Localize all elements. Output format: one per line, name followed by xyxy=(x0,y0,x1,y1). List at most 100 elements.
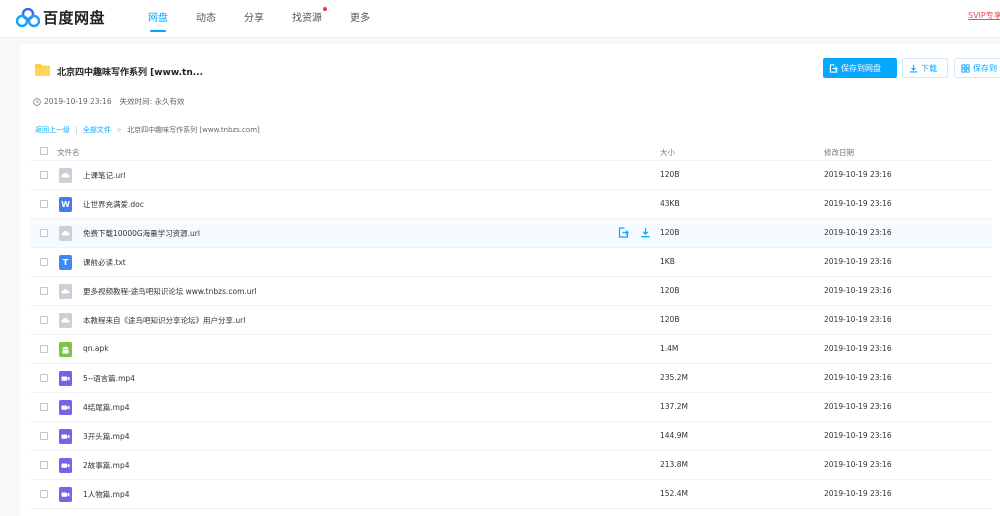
nav-item-label: 网盘 xyxy=(148,13,168,24)
file-size: 213.8M xyxy=(660,460,688,469)
file-modified-date: 2019-10-19 23:16 xyxy=(824,257,892,266)
file-name[interactable]: 本教程来自《途鸟吧知识分享论坛》用户分享.url xyxy=(83,315,245,326)
row-checkbox[interactable] xyxy=(40,287,48,295)
file-name[interactable]: 让世界充满爱.doc xyxy=(83,199,144,210)
column-header-date[interactable]: 修改日期 xyxy=(824,147,854,158)
file-row[interactable]: 2故事篇.mp4 213.8M 2019-10-19 23:16 xyxy=(30,451,992,480)
video-file-icon xyxy=(59,400,72,415)
file-row[interactable]: 本教程来自《途鸟吧知识分享论坛》用户分享.url 120B 2019-10-19 2… xyxy=(30,306,992,335)
file-row[interactable]: 免费下载10000G海量学习资源.url 120B 2019-10-19 23:16 xyxy=(30,219,992,248)
file-name[interactable]: 更多视频教程-途鸟吧知识论坛 www.tnbzs.com.url xyxy=(83,286,257,297)
main-nav: 网盘 动态 分享 找资源 更多 xyxy=(148,0,398,38)
file-modified-date: 2019-10-19 23:16 xyxy=(824,489,892,498)
cloud-file-icon xyxy=(59,313,72,328)
baidu-netdisk-logo-icon xyxy=(16,7,40,27)
row-checkbox[interactable] xyxy=(40,345,48,353)
text-file-icon: T xyxy=(59,255,72,270)
row-checkbox[interactable] xyxy=(40,316,48,324)
android-file-icon xyxy=(59,342,72,357)
share-created-time: 2019-10-19 23:16 xyxy=(44,97,112,106)
file-modified-date: 2019-10-19 23:16 xyxy=(824,199,892,208)
file-modified-date: 2019-10-19 23:16 xyxy=(824,402,892,411)
row-checkbox[interactable] xyxy=(40,374,48,382)
share-title: 北京四中趣味写作系列 [www.tn... xyxy=(57,68,204,78)
breadcrumb-back-link[interactable]: 返回上一级 xyxy=(35,126,70,134)
file-row[interactable]: 3开头篇.mp4 144.9M 2019-10-19 23:16 xyxy=(30,422,992,451)
file-row[interactable]: 更多视频教程-途鸟吧知识论坛 www.tnbzs.com.url 120B 2019… xyxy=(30,277,992,306)
nav-item-share[interactable]: 分享 xyxy=(244,0,264,38)
nav-item-more[interactable]: 更多 xyxy=(350,0,370,38)
breadcrumb-all-files-link[interactable]: 全部文件 xyxy=(83,126,111,134)
row-download-icon[interactable] xyxy=(640,227,652,239)
video-file-icon xyxy=(59,371,72,386)
nav-item-find-resources[interactable]: 找资源 xyxy=(292,0,327,38)
download-button[interactable]: 下载 xyxy=(902,58,948,78)
file-name[interactable]: 4结尾篇.mp4 xyxy=(83,402,130,413)
file-modified-date: 2019-10-19 23:16 xyxy=(824,344,892,353)
nav-item-label: 更多 xyxy=(350,13,370,24)
nav-item-label: 动态 xyxy=(196,13,216,24)
file-size: 1.4M xyxy=(660,344,679,353)
column-header-name[interactable]: 文件名 xyxy=(57,147,80,158)
file-size: 43KB xyxy=(660,199,680,208)
file-name[interactable]: 上课笔记.url xyxy=(83,170,125,181)
video-file-icon xyxy=(59,429,72,444)
select-all-checkbox[interactable] xyxy=(40,146,48,155)
save-to-netdisk-button[interactable]: 保存到网盘 xyxy=(823,58,897,78)
svip-link[interactable]: SVIP专享 xyxy=(968,10,1000,21)
column-header-size[interactable]: 大小 xyxy=(660,147,675,158)
video-file-icon xyxy=(59,458,72,473)
row-checkbox[interactable] xyxy=(40,461,48,469)
file-row[interactable]: 上课笔记.url 120B 2019-10-19 23:16 xyxy=(30,161,992,190)
file-row[interactable]: 4结尾篇.mp4 137.2M 2019-10-19 23:16 xyxy=(30,393,992,422)
file-name[interactable]: qn.apk xyxy=(83,344,109,353)
file-modified-date: 2019-10-19 23:16 xyxy=(824,170,892,179)
save-to-button[interactable]: 保存到 xyxy=(954,58,1000,78)
file-size: 137.2M xyxy=(660,402,688,411)
nav-item-activity[interactable]: 动态 xyxy=(196,0,216,38)
file-row[interactable]: W 让世界充满爱.doc 43KB 2019-10-19 23:16 xyxy=(30,190,992,219)
file-size: 120B xyxy=(660,170,680,179)
file-modified-date: 2019-10-19 23:16 xyxy=(824,315,892,324)
video-file-icon xyxy=(59,487,72,502)
file-size: 144.9M xyxy=(660,431,688,440)
file-size: 120B xyxy=(660,286,680,295)
logo[interactable]: 百度网盘 xyxy=(16,7,105,28)
file-row[interactable]: T 课前必读.txt 1KB 2019-10-19 23:16 xyxy=(30,248,992,277)
file-modified-date: 2019-10-19 23:16 xyxy=(824,431,892,440)
cloud-file-icon xyxy=(59,284,72,299)
file-row[interactable]: qn.apk 1.4M 2019-10-19 23:16 xyxy=(30,335,992,364)
share-meta: 2019-10-19 23:16 失效时间: 永久有效 xyxy=(33,96,185,107)
file-size: 120B xyxy=(660,315,680,324)
file-row[interactable]: 1人物篇.mp4 152.4M 2019-10-19 23:16 xyxy=(30,480,992,509)
word-file-icon: W xyxy=(59,197,72,212)
row-save-icon[interactable] xyxy=(618,227,630,239)
row-checkbox[interactable] xyxy=(40,258,48,266)
nav-item-label: 找资源 xyxy=(292,13,322,24)
file-name[interactable]: 3开头篇.mp4 xyxy=(83,431,130,442)
row-checkbox[interactable] xyxy=(40,229,48,237)
nav-item-netdisk[interactable]: 网盘 xyxy=(148,0,168,38)
file-size: 152.4M xyxy=(660,489,688,498)
file-modified-date: 2019-10-19 23:16 xyxy=(824,286,892,295)
row-actions xyxy=(618,227,662,239)
file-name[interactable]: 免费下载10000G海量学习资源.url xyxy=(83,228,200,239)
file-name[interactable]: 1人物篇.mp4 xyxy=(83,489,130,500)
file-size: 235.2M xyxy=(660,373,688,382)
download-button-label: 下载 xyxy=(921,63,937,73)
file-row[interactable]: 5--语言篇.mp4 235.2M 2019-10-19 23:16 xyxy=(30,364,992,393)
row-checkbox[interactable] xyxy=(40,403,48,411)
cloud-file-icon xyxy=(59,226,72,241)
row-checkbox[interactable] xyxy=(40,490,48,498)
share-panel: 北京四中趣味写作系列 [www.tn... 保存到网盘 下载 保存到 2019-… xyxy=(20,44,1000,516)
grid-save-icon xyxy=(961,63,970,73)
row-checkbox[interactable] xyxy=(40,171,48,179)
cloud-file-icon xyxy=(59,168,72,183)
file-modified-date: 2019-10-19 23:16 xyxy=(824,373,892,382)
row-checkbox[interactable] xyxy=(40,432,48,440)
file-name[interactable]: 5--语言篇.mp4 xyxy=(83,373,135,384)
row-checkbox[interactable] xyxy=(40,200,48,208)
file-size: 120B xyxy=(660,228,680,237)
file-name[interactable]: 2故事篇.mp4 xyxy=(83,460,130,471)
file-name[interactable]: 课前必读.txt xyxy=(83,257,126,268)
